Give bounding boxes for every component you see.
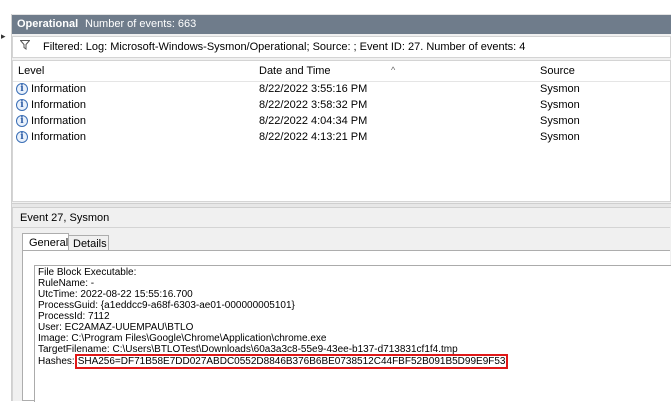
event-detail-pane: Event 27, Sysmon General Details File Bl… [12,208,671,402]
top-strip [0,0,671,15]
funnel-icon [20,40,30,50]
row-level: Information [31,83,87,95]
event-description-box[interactable]: File Block Executable: RuleName: - UtcTi… [34,265,671,402]
events-grid[interactable]: Level Date and Time ^ Source i Informati… [12,60,671,202]
event-line: UtcTime: 2022-08-22 15:55:16.700 [38,289,193,300]
log-title: Operational [17,18,79,30]
table-row[interactable]: i Information 8/22/2022 3:58:32 PM Sysmo… [13,97,670,113]
filter-text: Filtered: Log: Microsoft-Windows-Sysmon/… [43,41,526,53]
event-count: Number of events: 663 [85,18,197,30]
row-date: 8/22/2022 4:13:21 PM [259,131,368,143]
event-log-panel: Operational Number of events: 663 Filter… [12,15,671,402]
hashes-label: Hashes: [38,356,75,367]
info-icon: i [16,99,28,111]
highlighted-hash: SHA256=DF71B58E7DD027ABDC0552D8846B376B6… [74,354,509,369]
row-date: 8/22/2022 3:58:32 PM [259,99,368,111]
table-row[interactable]: i Information 8/22/2022 4:13:21 PM Sysmo… [13,129,670,145]
table-row[interactable]: i Information 8/22/2022 3:55:16 PM Sysmo… [13,81,670,97]
row-source: Sysmon [540,131,580,143]
tab-details[interactable]: Details [69,235,109,251]
event-line: ProcessGuid: {a1eddcc9-a68f-6303-ae01-00… [38,300,295,311]
column-source[interactable]: Source [540,65,575,77]
filter-bar: Filtered: Log: Microsoft-Windows-Sysmon/… [12,36,671,58]
event-line: File Block Executable: [38,267,137,278]
column-level[interactable]: Level [18,65,44,77]
info-icon: i [16,131,28,143]
row-level: Information [31,115,87,127]
collapse-arrow-icon[interactable]: ▸ [1,31,6,42]
row-source: Sysmon [540,83,580,95]
row-date: 8/22/2022 4:04:34 PM [259,115,368,127]
sort-ascending-icon: ^ [391,65,396,75]
info-icon: i [16,83,28,95]
row-level: Information [31,99,87,111]
row-date: 8/22/2022 3:55:16 PM [259,83,368,95]
panel-titlebar: Operational Number of events: 663 [12,15,671,34]
row-level: Information [31,131,87,143]
column-date-time[interactable]: Date and Time [259,65,331,77]
event-line: RuleName: - [38,278,95,289]
info-icon: i [16,115,28,127]
event-line: User: EC2AMAZ-UUEMPAU\BTLO [38,322,194,333]
table-row[interactable]: i Information 8/22/2022 4:04:34 PM Sysmo… [13,113,670,129]
tab-general-label: General [29,237,69,249]
event-line: Image: C:\Program Files\Google\Chrome\Ap… [38,333,327,344]
divider [13,227,670,228]
tree-pane-edge[interactable]: ▸ [0,14,12,401]
tab-content: File Block Executable: RuleName: - UtcTi… [22,250,671,402]
grid-header: Level Date and Time ^ Source [13,61,670,82]
row-source: Sysmon [540,99,580,111]
tab-general[interactable]: General [22,233,69,251]
tab-details-label: Details [73,238,107,250]
hashes-line: Hashes: SHA256=DF71B58E7DD027ABDC0552D884… [38,354,509,369]
event-line: ProcessId: 7112 [38,311,110,322]
row-source: Sysmon [540,115,580,127]
detail-title: Event 27, Sysmon [20,212,110,224]
